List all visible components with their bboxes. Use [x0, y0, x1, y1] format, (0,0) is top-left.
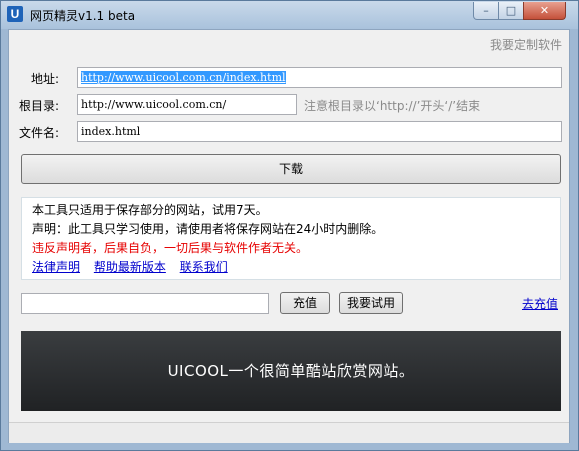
status-bar — [9, 422, 569, 443]
notice-line-trial: 本工具只适用于保存部分的网站，试用7天。 — [32, 203, 268, 217]
minimize-icon: – — [483, 4, 489, 17]
address-value: http://www.uicool.com.cn/index.html — [81, 71, 286, 84]
address-input[interactable]: http://www.uicool.com.cn/index.html — [77, 67, 562, 88]
close-button[interactable]: ✕ — [523, 2, 566, 20]
notice-line-statement: 声明：此工具只学习使用，请使用者将保存网站在24小时内删除。 — [32, 222, 384, 236]
filename-input[interactable]: index.html — [77, 121, 562, 142]
filename-label: 文件名: — [19, 126, 60, 140]
close-icon: ✕ — [539, 4, 550, 17]
custom-software-link[interactable]: 我要定制软件 — [490, 36, 562, 53]
main-panel: 我要定制软件 地址: http://www.uicool.com.cn/inde… — [8, 29, 570, 443]
promo-banner[interactable]: UICOOL一个很简单酷站欣赏网站。 — [21, 331, 561, 411]
maximize-icon: □ — [505, 4, 517, 17]
legal-statement-link[interactable]: 法律声明 — [32, 260, 80, 274]
maximize-button[interactable]: □ — [498, 2, 524, 20]
root-hint: 注意根目录以‘http://’开头‘/’结束 — [304, 99, 481, 113]
notice-warning: 违反声明者，后果自负，一切后果与软件作者无关。 — [32, 241, 309, 255]
app-logo-icon: U — [7, 6, 23, 22]
go-recharge-link[interactable]: 去充值 — [522, 295, 558, 312]
recharge-button[interactable]: 充值 — [280, 292, 330, 314]
root-input[interactable]: http://www.uicool.com.cn/ — [77, 94, 297, 115]
address-label: 地址: — [31, 72, 60, 86]
minimize-button[interactable]: – — [473, 2, 499, 20]
try-button[interactable]: 我要试用 — [339, 292, 403, 314]
notice-box: 本工具只适用于保存部分的网站，试用7天。 声明：此工具只学习使用，请使用者将保存… — [21, 197, 561, 280]
title-bar[interactable]: U 网页精灵v1.1 beta – □ ✕ — [1, 1, 578, 29]
app-window: U 网页精灵v1.1 beta – □ ✕ 我要定制软件 地址: http://… — [0, 0, 579, 451]
download-button[interactable]: 下载 — [21, 154, 561, 184]
help-latest-version-link[interactable]: 帮助最新版本 — [94, 260, 166, 274]
contact-us-link[interactable]: 联系我们 — [180, 260, 228, 274]
window-title: 网页精灵v1.1 beta — [30, 9, 136, 23]
notice-links: 法律声明 帮助最新版本 联系我们 — [32, 258, 550, 277]
root-label: 根目录: — [19, 99, 60, 113]
recharge-code-input[interactable] — [21, 293, 269, 314]
